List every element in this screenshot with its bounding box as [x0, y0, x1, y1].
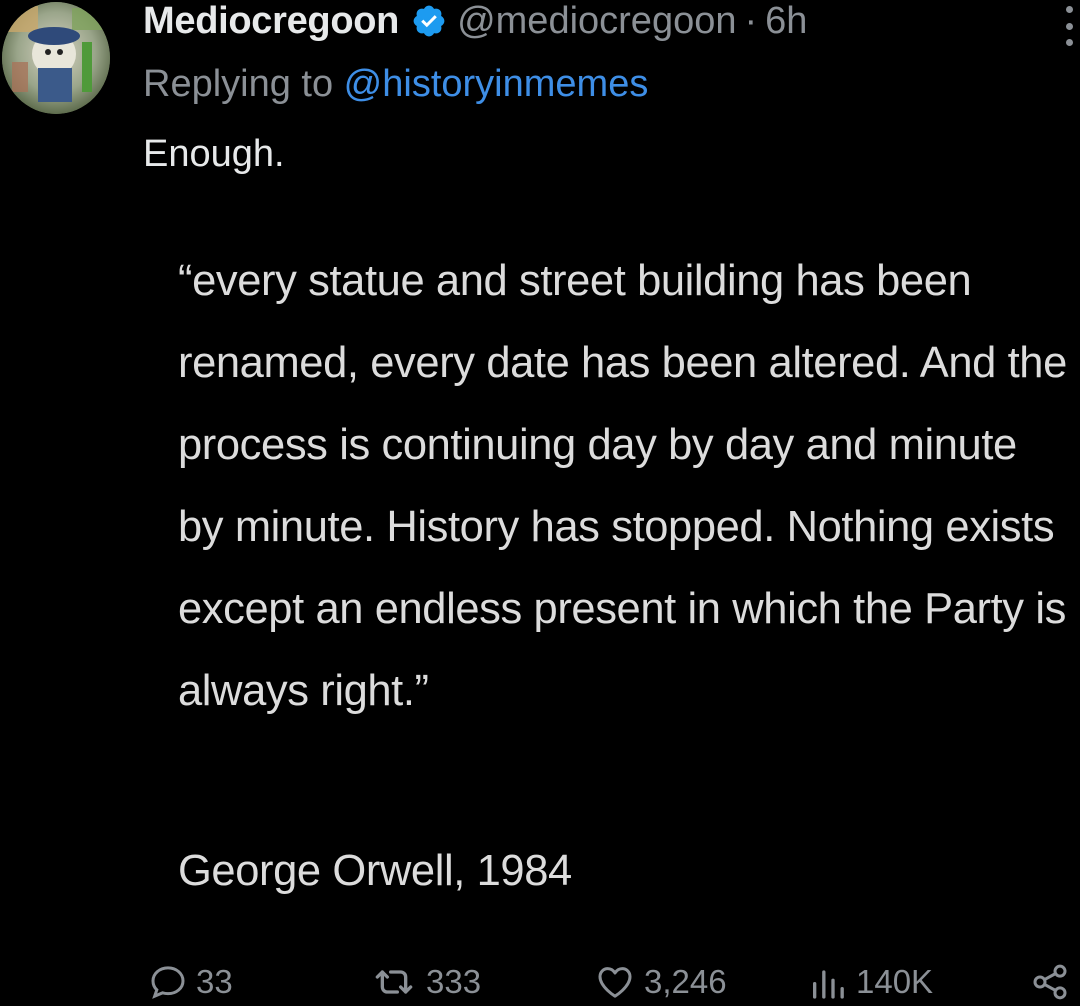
- separator-dot: ·: [744, 0, 758, 42]
- avatar[interactable]: [2, 2, 110, 114]
- retweet-count: 333: [426, 963, 482, 1000]
- author-display-name[interactable]: Mediocregoon: [143, 0, 399, 46]
- tweet-text: Enough.: [143, 133, 285, 175]
- like-button[interactable]: 3,246: [594, 958, 727, 1006]
- quote-image-text: “every statue and street building has be…: [178, 240, 1070, 732]
- reply-mention-link[interactable]: @historyinmemes: [344, 63, 649, 105]
- reply-icon: [151, 966, 185, 999]
- retweet-button[interactable]: 333: [370, 958, 481, 1006]
- replying-to-label: Replying to: [143, 63, 344, 105]
- replying-to-line: Replying to @historyinmemes: [143, 60, 648, 108]
- quote-attribution: George Orwell, 1984: [178, 847, 572, 895]
- author-handle[interactable]: @mediocregoon: [457, 0, 736, 46]
- reply-button[interactable]: 33: [148, 958, 233, 1006]
- share-button[interactable]: [1030, 958, 1078, 1006]
- quote-text: “every statue and street building has be…: [178, 257, 1067, 715]
- views-button[interactable]: 140K: [808, 958, 933, 1006]
- more-vertical-icon[interactable]: [1064, 6, 1074, 46]
- tweet-timestamp[interactable]: 6h: [765, 0, 807, 46]
- share-icon: [1033, 964, 1067, 1000]
- tweet-header: Mediocregoon @mediocregoon · 6h: [143, 0, 807, 46]
- tweet-actions-bar: 33 333 3,246 140K: [0, 958, 1080, 1006]
- reply-count: 33: [196, 963, 233, 1000]
- views-chart-icon: [813, 970, 844, 999]
- avatar-image: [2, 2, 110, 114]
- retweet-icon: [375, 970, 413, 994]
- views-count: 140K: [856, 963, 934, 1000]
- heart-icon: [598, 967, 632, 998]
- verified-badge-icon: [411, 3, 447, 39]
- like-count: 3,246: [644, 963, 727, 1000]
